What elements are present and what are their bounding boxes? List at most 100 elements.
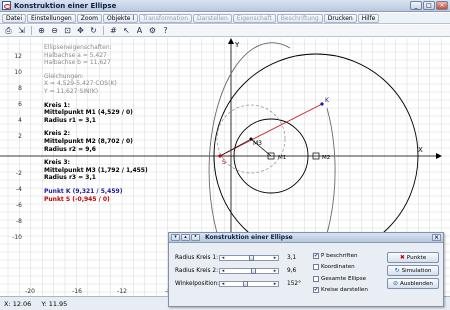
zoom-fit-icon[interactable]: ⊡ bbox=[62, 26, 73, 36]
menu-hilfe[interactable]: Hilfe bbox=[357, 13, 380, 23]
slider-right-arrow-icon[interactable]: ▸ bbox=[272, 268, 278, 274]
export-icon[interactable]: ⇲ bbox=[16, 26, 27, 36]
y-tick-label: 12 bbox=[14, 53, 22, 60]
menu-einstellungen[interactable]: Einstellungen bbox=[27, 13, 76, 23]
point-s[interactable] bbox=[218, 154, 222, 158]
button-label: Simulation bbox=[401, 267, 432, 274]
point-k-label: K bbox=[325, 97, 330, 104]
menu-beschriftung[interactable]: Beschriftung bbox=[276, 13, 323, 23]
info-heading: Ellipseneigenschaften: bbox=[44, 44, 112, 51]
minimize-button[interactable]: _ bbox=[410, 1, 422, 10]
checkbox-label: Kreise darstellen bbox=[321, 287, 368, 294]
menu-datei[interactable]: Datei bbox=[2, 13, 27, 23]
slider-thumb[interactable] bbox=[243, 280, 249, 287]
info-k3-m: Mittelpunkt M3 (1,792 / 1,455) bbox=[44, 166, 148, 174]
y-tick-label: 8 bbox=[18, 85, 22, 92]
checkbox-box[interactable]: ✔ bbox=[313, 287, 319, 294]
pointer-icon[interactable]: ↖ bbox=[121, 26, 132, 36]
x-tick-label: -16 bbox=[72, 288, 82, 295]
menu-zoom[interactable]: Zoom bbox=[76, 13, 102, 23]
window-title: Konstruktion einer Ellipse bbox=[14, 1, 117, 10]
slider-thumb[interactable] bbox=[248, 254, 254, 261]
checkbox-label: Gesamte Ellipse bbox=[321, 275, 367, 282]
slider-right-arrow-icon[interactable]: ▸ bbox=[272, 255, 278, 261]
button-label: Ausblenden bbox=[400, 280, 433, 287]
y-tick-label: -4 bbox=[16, 186, 22, 193]
checkbox-koordinaten[interactable]: Koordinaten bbox=[313, 262, 373, 274]
zoom-in-icon[interactable]: ⊕ bbox=[36, 26, 47, 36]
slider-winkelposition[interactable]: ◂ ▸ bbox=[219, 280, 279, 287]
checkbox-p-beschriften[interactable]: ✔ P beschriften bbox=[313, 250, 373, 262]
help-icon[interactable]: ? bbox=[160, 26, 171, 36]
point-m3-label: M3 bbox=[253, 140, 262, 147]
slider-left-arrow-icon[interactable]: ◂ bbox=[220, 268, 226, 274]
slider-row-radius-2: Radius Kreis 2: ◂ ▸ 9,6 bbox=[175, 264, 309, 277]
window-titlebar: Konstruktion einer Ellipse _ □ × bbox=[0, 0, 450, 12]
point-m1-label: M1 bbox=[278, 155, 286, 161]
menu-drucken[interactable]: Drucken bbox=[323, 13, 357, 23]
menu-darstellen[interactable]: Darstellen bbox=[193, 13, 232, 23]
slider-left-arrow-icon[interactable]: ◂ bbox=[220, 281, 226, 287]
simulation-button[interactable]: ↻ Simulation bbox=[387, 265, 439, 276]
info-punkt-k: Punkt K (9,321 / 5,459) bbox=[44, 187, 123, 195]
dialog-buttons: ✖ Punkte ↻ Simulation ⊘ Ausblenden bbox=[387, 252, 439, 289]
slider-radius-2[interactable]: ◂ ▸ bbox=[219, 267, 279, 274]
slider-thumb[interactable] bbox=[251, 267, 257, 274]
slider-row-winkel: Winkelposition: ◂ ▸ 152° bbox=[175, 277, 309, 290]
checkbox-gesamte-ellipse[interactable]: Gesamte Ellipse bbox=[313, 273, 373, 285]
window-controls: _ □ × bbox=[410, 1, 448, 10]
checkbox-label: P beschriften bbox=[321, 252, 358, 259]
menu-eigenschaft[interactable]: Eigenschaft bbox=[232, 13, 276, 23]
text-icon[interactable]: A bbox=[134, 26, 145, 36]
menu-transformation[interactable]: Transformation bbox=[138, 13, 192, 23]
checkbox-box[interactable]: ✔ bbox=[313, 252, 319, 259]
checkbox-box[interactable] bbox=[313, 275, 319, 282]
slider-group: Radius Kreis 1: ◂ ▸ 3,1 Radius Kreis 2: … bbox=[175, 251, 309, 290]
dialog-menu-icon[interactable]: ▾ bbox=[171, 234, 180, 241]
toolbar-separator bbox=[31, 26, 32, 35]
dialog-close-button[interactable]: × bbox=[432, 234, 441, 241]
point-s-label: S bbox=[222, 159, 226, 166]
dialog-pin-icon[interactable]: ▴ bbox=[181, 234, 190, 241]
slider-value: 152° bbox=[287, 280, 301, 287]
y-axis-label: Y bbox=[234, 41, 240, 49]
construction-dialog: ▾ ▴ • Konstruktion einer Ellipse × Radiu… bbox=[168, 232, 444, 307]
close-x-icon: ✖ bbox=[399, 254, 405, 261]
info-gleichungen: Gleichungen: bbox=[44, 72, 84, 80]
info-k1-title: Kreis 1: bbox=[44, 101, 70, 109]
info-halbachse-b: Halbachse b = 11,627 bbox=[44, 59, 111, 67]
info-k3-r: Radius r3 = 3,1 bbox=[44, 174, 96, 182]
grid-icon[interactable]: # bbox=[108, 26, 119, 36]
app-icon bbox=[2, 1, 11, 10]
info-k1-m: Mittelpunkt M1 (4,529 / 0) bbox=[44, 109, 133, 117]
slider-left-arrow-icon[interactable]: ◂ bbox=[220, 255, 226, 261]
checkbox-box[interactable] bbox=[313, 264, 319, 271]
settings-icon[interactable]: ⚙ bbox=[147, 26, 158, 36]
y-tick-label: -8 bbox=[16, 218, 22, 225]
maximize-button[interactable]: □ bbox=[423, 1, 435, 10]
refresh-icon[interactable]: ↻ bbox=[88, 26, 99, 36]
x-tick-label: -12 bbox=[117, 288, 127, 295]
toolbar: ⎙ ⇲ ⊕ ⊖ ⊡ ✥ ↻ # ↖ A ⚙ ? bbox=[0, 25, 450, 37]
checkbox-kreise-darstellen[interactable]: ✔ Kreise darstellen bbox=[313, 285, 373, 297]
y-tick-label: 10 bbox=[14, 69, 22, 76]
print-icon[interactable]: ⎙ bbox=[3, 26, 14, 36]
checkbox-group: ✔ P beschriften Koordinaten Gesamte Elli… bbox=[313, 250, 373, 296]
slider-radius-1[interactable]: ◂ ▸ bbox=[219, 254, 279, 261]
point-k[interactable] bbox=[320, 102, 324, 106]
status-y-coordinate: Y: 11.95 bbox=[41, 299, 68, 308]
x-tick-label: -20 bbox=[25, 288, 35, 295]
slider-right-arrow-icon[interactable]: ▸ bbox=[272, 281, 278, 287]
y-tick-label: -10 bbox=[12, 234, 22, 241]
zoom-out-icon[interactable]: ⊖ bbox=[49, 26, 60, 36]
pan-icon[interactable]: ✥ bbox=[75, 26, 86, 36]
x-tick-labels: -20 -16 -12 -8 bbox=[25, 288, 171, 295]
close-button[interactable]: × bbox=[436, 1, 448, 10]
info-k2-m: Mittelpunkt M2 (8,702 / 0) bbox=[44, 137, 133, 145]
punkte-button[interactable]: ✖ Punkte bbox=[387, 252, 439, 263]
slider-label: Winkelposition: bbox=[175, 280, 220, 287]
dialog-settings-icon[interactable]: • bbox=[191, 234, 200, 241]
ausblenden-button[interactable]: ⊘ Ausblenden bbox=[387, 278, 439, 289]
menu-objekte[interactable]: Objekte l bbox=[103, 13, 138, 23]
y-tick-label: 2 bbox=[18, 133, 22, 140]
